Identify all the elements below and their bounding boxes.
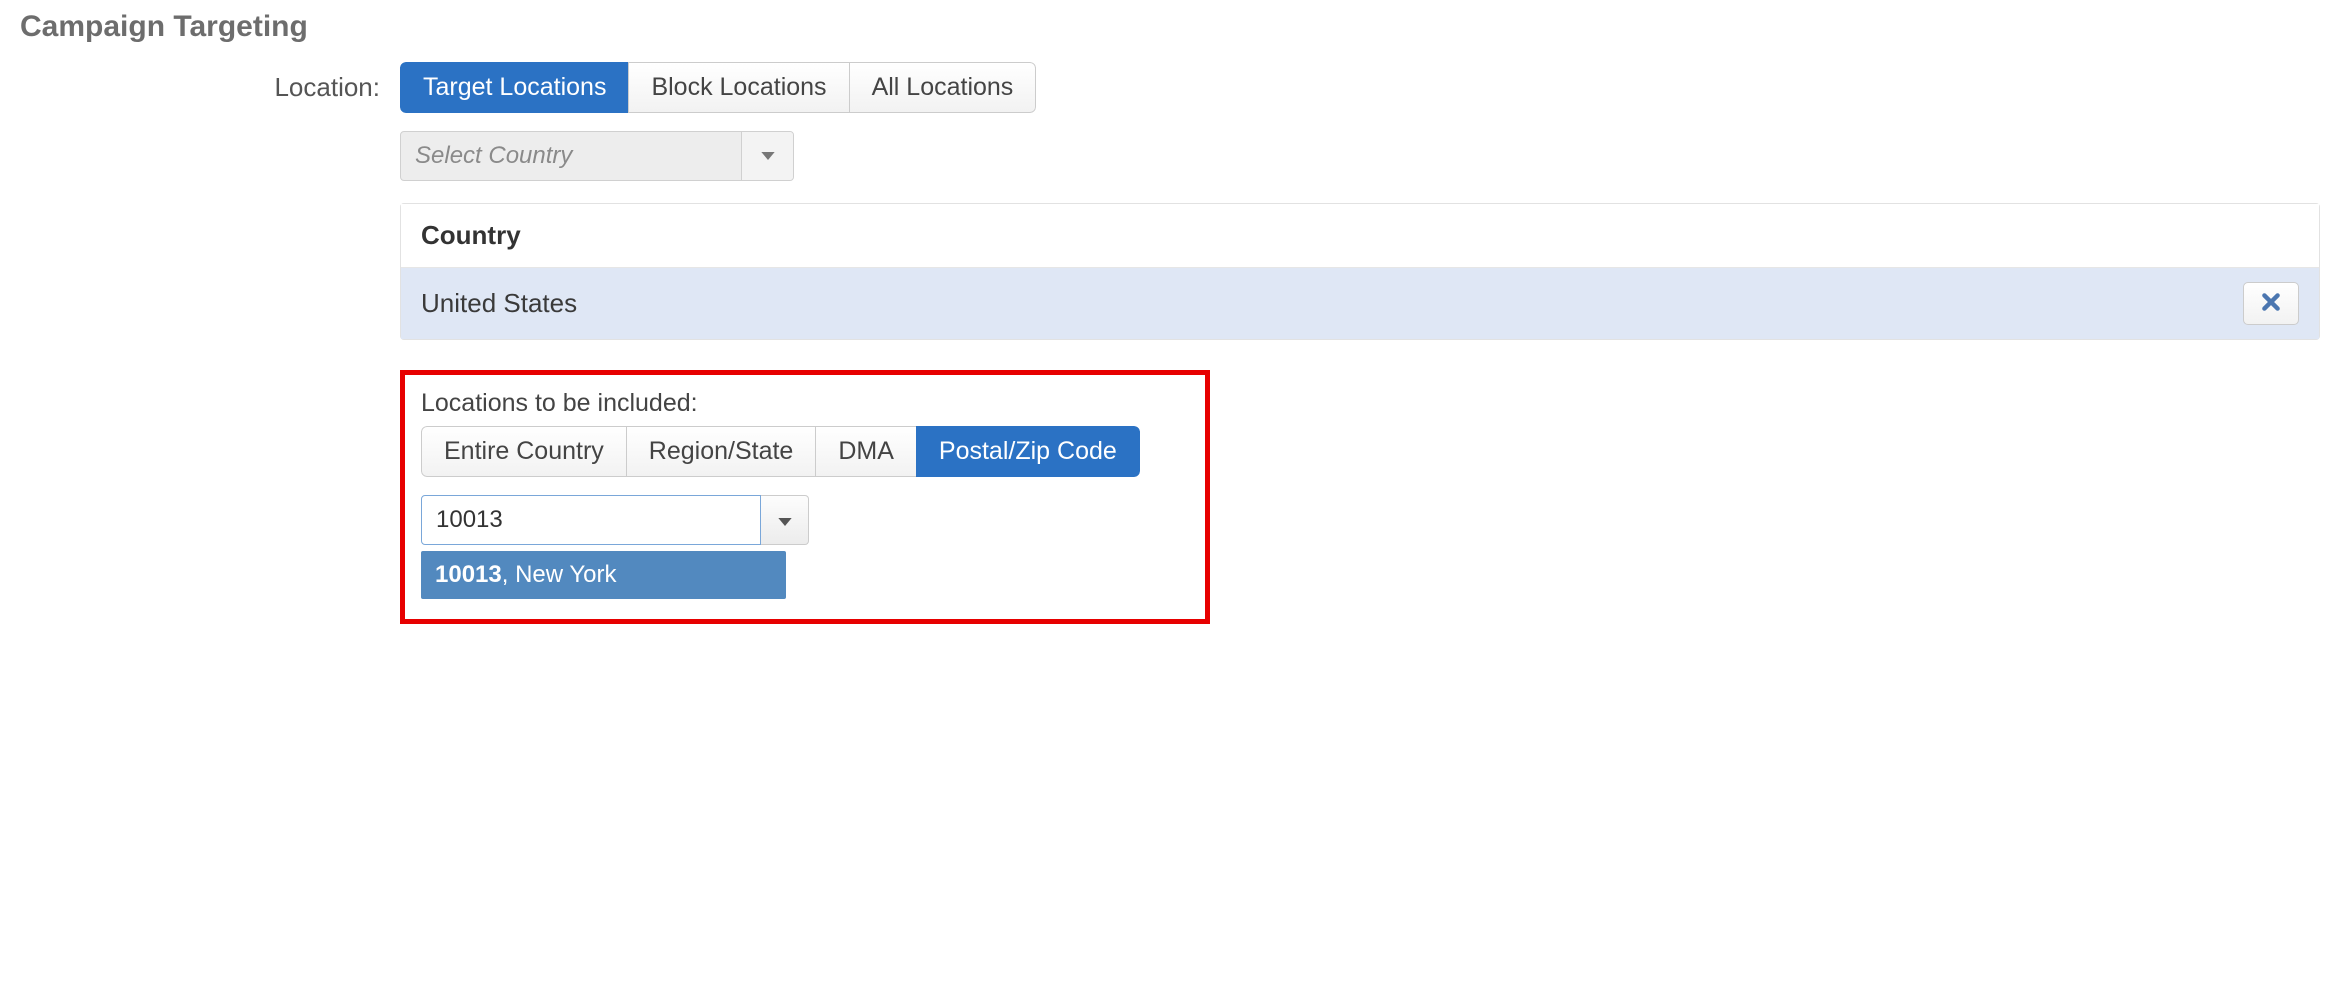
- remove-country-button[interactable]: [2243, 282, 2299, 325]
- tab-region-state[interactable]: Region/State: [626, 426, 817, 477]
- tab-entire-country[interactable]: Entire Country: [421, 426, 627, 477]
- chevron-down-icon: [778, 508, 792, 532]
- select-country-placeholder: Select Country: [401, 132, 741, 180]
- country-panel-header: Country: [401, 204, 2319, 268]
- included-locations-box: Locations to be included: Entire Country…: [400, 370, 1210, 624]
- location-mode-tabs: Target Locations Block Locations All Loc…: [400, 62, 1036, 113]
- zip-suggestion-item[interactable]: 10013, New York: [421, 551, 786, 599]
- zip-dropdown-toggle[interactable]: [761, 495, 809, 545]
- close-icon: [2260, 291, 2282, 316]
- tab-postal-zip[interactable]: Postal/Zip Code: [916, 426, 1140, 477]
- included-locations-label: Locations to be included:: [421, 389, 1189, 418]
- tab-dma[interactable]: DMA: [815, 426, 917, 477]
- location-label: Location:: [20, 62, 400, 103]
- tab-all-locations[interactable]: All Locations: [849, 62, 1037, 113]
- country-panel: Country United States: [400, 203, 2320, 340]
- country-row: United States: [401, 268, 2319, 339]
- granularity-tabs: Entire Country Region/State DMA Postal/Z…: [421, 426, 1140, 477]
- country-row-name: United States: [421, 288, 2243, 319]
- section-title: Campaign Targeting: [20, 10, 2320, 44]
- tab-block-locations[interactable]: Block Locations: [628, 62, 849, 113]
- select-country-dropdown[interactable]: Select Country: [400, 131, 794, 181]
- tab-target-locations[interactable]: Target Locations: [400, 62, 629, 113]
- zip-suggestion-rest: , New York: [502, 561, 617, 588]
- zip-input[interactable]: [421, 495, 761, 545]
- zip-suggestion-code: 10013: [435, 561, 502, 588]
- chevron-down-icon[interactable]: [741, 132, 793, 180]
